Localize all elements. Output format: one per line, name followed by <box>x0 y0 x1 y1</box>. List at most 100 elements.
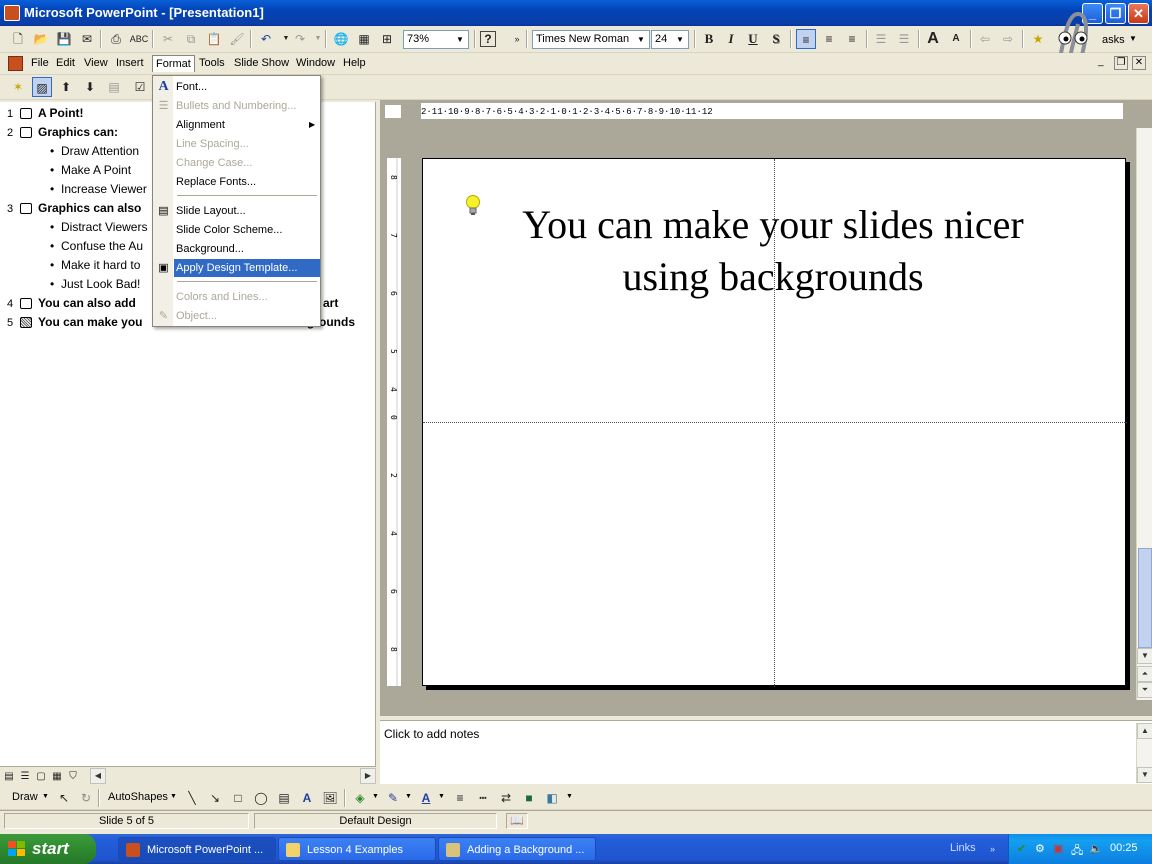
menu-item-colors-and-lines[interactable]: Colors and Lines... <box>174 288 320 306</box>
print-icon[interactable]: ⎙ <box>106 29 126 49</box>
slide-icon[interactable] <box>20 298 32 309</box>
underline-button[interactable]: U <box>743 29 763 49</box>
wordart-icon[interactable]: A <box>297 788 317 808</box>
menu-format[interactable]: Format <box>152 55 195 72</box>
save-icon[interactable]: 💾 <box>54 29 74 49</box>
scroll-right-icon[interactable]: ▶ <box>360 768 376 784</box>
outline-bullet[interactable]: Just Look Bad! <box>61 277 140 291</box>
menu-item-line-spacing[interactable]: Line Spacing... <box>174 135 320 153</box>
shadow-style-icon[interactable]: ■ <box>519 788 539 808</box>
chevron-down-icon[interactable]: ▼ <box>372 793 379 800</box>
undo-icon[interactable]: ↶ <box>256 29 276 49</box>
font-color-icon[interactable]: A <box>416 788 436 808</box>
outline-title[interactable]: A Point! <box>38 106 84 120</box>
doc-restore-button[interactable]: ❐ <box>1114 56 1128 70</box>
taskbar-item-document[interactable]: Adding a Background ... <box>438 837 596 861</box>
outline-bullet[interactable]: Distract Viewers <box>61 220 147 234</box>
taskbar-item-folder[interactable]: Lesson 4 Examples <box>278 837 436 861</box>
checkbox-icon[interactable]: ☑ <box>130 77 150 97</box>
help-icon[interactable]: ? <box>480 31 496 47</box>
align-center-icon[interactable]: ≡ <box>819 29 839 49</box>
menu-edit[interactable]: Edit <box>56 57 75 69</box>
menu-file[interactable]: File <box>31 57 49 69</box>
font-size-combo[interactable]: 24 ▼ <box>651 30 689 49</box>
previous-slide-icon[interactable]: ⏶ <box>1137 666 1152 682</box>
outline-title[interactable]: Graphics can also <box>38 201 141 215</box>
outline-bullet[interactable]: Draw Attention <box>61 144 139 158</box>
network-icon[interactable]: 🖧 <box>1071 842 1084 857</box>
move-down-icon[interactable]: ⬇ <box>80 77 100 97</box>
3d-style-icon[interactable]: ◧ <box>542 788 562 808</box>
volume-icon[interactable]: 🔈 <box>1089 842 1103 855</box>
menu-tools[interactable]: Tools <box>199 57 225 69</box>
taskbar-item-powerpoint[interactable]: Microsoft PowerPoint ... <box>118 837 276 861</box>
menu-item-replace-fonts[interactable]: Replace Fonts... <box>174 173 320 191</box>
menu-help[interactable]: Help <box>343 57 366 69</box>
menu-item-background[interactable]: Background... <box>174 240 320 258</box>
zoom-combo[interactable]: 73% ▼ <box>403 30 469 49</box>
slide-canvas[interactable]: You can make your slides nicer using bac… <box>422 158 1127 687</box>
draw-menu[interactable]: Draw <box>12 791 38 803</box>
shadow-button[interactable]: S <box>766 29 786 49</box>
chevron-down-icon[interactable]: ▼ <box>1129 34 1137 43</box>
menu-item-alignment[interactable]: Alignment <box>174 116 320 134</box>
notes-placeholder[interactable]: Click to add notes <box>384 727 479 741</box>
chevron-down-icon[interactable]: ▼ <box>438 793 445 800</box>
autoshapes-menu[interactable]: AutoShapes <box>108 791 168 803</box>
line-color-icon[interactable]: ✎ <box>383 788 403 808</box>
normal-view-icon[interactable]: ▤ <box>2 767 16 783</box>
outline-title[interactable]: You can make you <box>38 315 142 329</box>
menu-view[interactable]: View <box>84 57 108 69</box>
menu-item-object[interactable]: Object... <box>174 307 320 325</box>
bold-button[interactable]: B <box>699 29 719 49</box>
insert-chart-icon[interactable]: ⊞ <box>377 29 397 49</box>
select-pointer-icon[interactable]: ↖ <box>54 788 74 808</box>
scroll-up-icon[interactable]: ▲ <box>1137 723 1152 739</box>
arrow-style-icon[interactable]: ⇄ <box>496 788 516 808</box>
vertical-scrollbar[interactable]: ▼ ⏶ ⏷ <box>1136 128 1152 700</box>
menu-item-change-case[interactable]: Change Case... <box>174 154 320 172</box>
horizontal-guide[interactable] <box>423 422 1127 423</box>
horizontal-ruler[interactable]: 2·11·10·9·8·7·6·5·4·3·2·1·0·1·2·3·4·5·6·… <box>420 102 1124 120</box>
spelling-status-icon[interactable]: 📖 <box>506 813 528 829</box>
spelling-icon[interactable]: ABC <box>129 29 149 49</box>
line-style-icon[interactable]: ≡ <box>450 788 470 808</box>
new-icon[interactable]: 🗋 <box>8 29 28 49</box>
slide-title[interactable]: You can make your slides nicer using bac… <box>463 199 1083 303</box>
outline-bullet[interactable]: Confuse the Au <box>61 239 143 253</box>
start-button[interactable]: start <box>0 834 96 864</box>
menu-item-font[interactable]: Font... <box>174 78 320 96</box>
doc-minimize-button[interactable]: _ <box>1098 56 1104 67</box>
menu-window[interactable]: Window <box>296 57 335 69</box>
bullets-icon[interactable]: ☰ <box>894 29 914 49</box>
collapse-icon[interactable]: ▤ <box>104 77 124 97</box>
chevron-down-icon[interactable]: ▼ <box>566 793 573 800</box>
open-icon[interactable]: 📂 <box>31 29 51 49</box>
summary-slide-icon[interactable]: ✶ <box>8 77 28 97</box>
tray-icon[interactable]: ▣ <box>1053 842 1066 855</box>
slide-icon[interactable] <box>20 203 32 214</box>
menu-slide-show[interactable]: Slide Show <box>234 57 289 69</box>
menu-item-slide-color-scheme[interactable]: Slide Color Scheme... <box>174 221 320 239</box>
cut-icon[interactable]: ✂ <box>158 29 178 49</box>
fill-color-icon[interactable]: ◈ <box>350 788 370 808</box>
text-box-icon[interactable]: ▤ <box>274 788 294 808</box>
slide-show-icon[interactable]: ⛉ <box>66 767 80 783</box>
align-right-icon[interactable]: ≡ <box>842 29 862 49</box>
powerpoint-app-icon[interactable] <box>4 5 20 21</box>
hyperlink-icon[interactable]: 🌐 <box>331 29 351 49</box>
outline-title[interactable]: Graphics can: <box>38 125 118 139</box>
email-icon[interactable]: ✉ <box>77 29 97 49</box>
slide-icon-selected[interactable] <box>20 317 32 328</box>
line-icon[interactable]: ╲ <box>182 788 202 808</box>
next-slide-icon[interactable]: ⏷ <box>1137 682 1152 698</box>
redo-icon[interactable]: ↷ <box>290 29 310 49</box>
menu-item-apply-design-template[interactable]: Apply Design Template... <box>174 259 320 277</box>
vertical-ruler[interactable]: 8 7 6 5 4 0 2 4 6 8 <box>386 157 402 687</box>
demote-icon[interactable]: ⇨ <box>998 29 1018 49</box>
paste-icon[interactable]: 📋 <box>204 29 224 49</box>
align-left-icon[interactable]: ≡ <box>796 29 816 49</box>
format-painter-icon[interactable]: 🖌 <box>227 29 247 49</box>
insert-table-icon[interactable]: ▦ <box>354 29 374 49</box>
outline-bullet[interactable]: Make it hard to <box>61 258 140 272</box>
